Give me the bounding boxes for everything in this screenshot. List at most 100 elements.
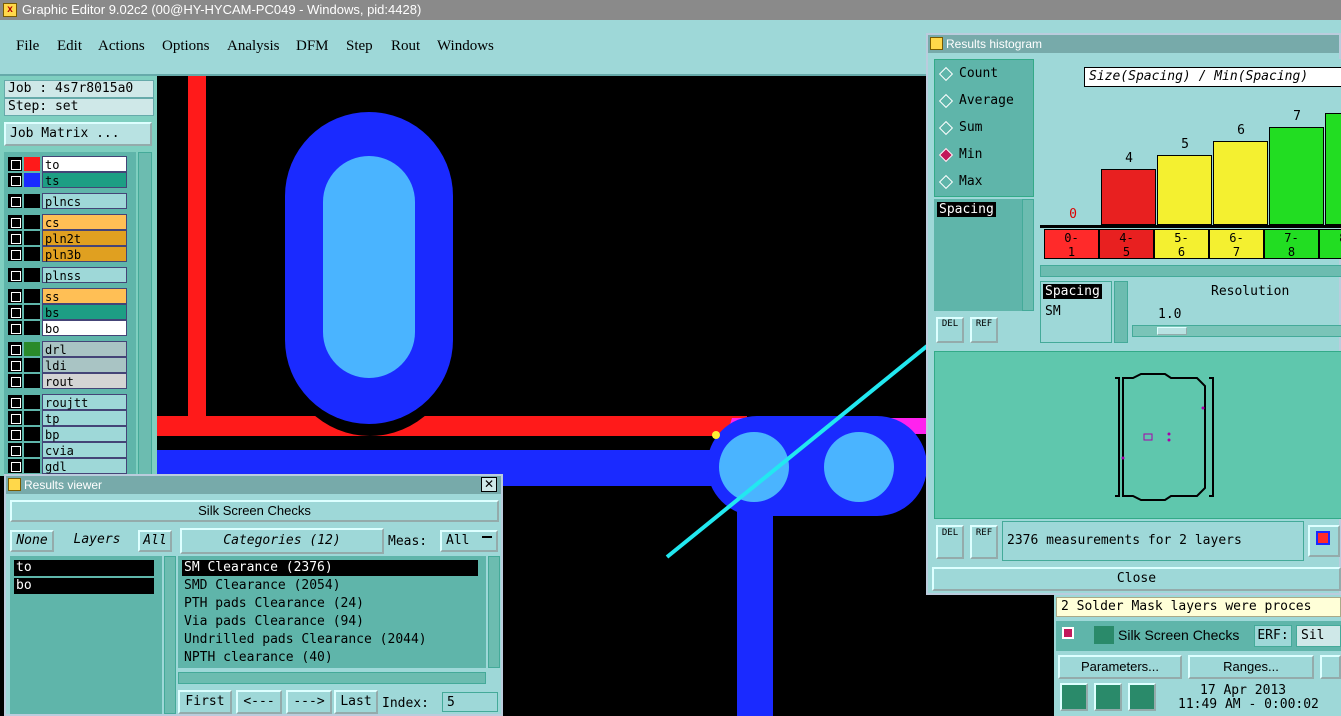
layer-row-to[interactable]: to bbox=[6, 156, 127, 172]
layer-checkbox[interactable] bbox=[8, 305, 22, 319]
layer-checkbox[interactable] bbox=[8, 215, 22, 229]
extra-button[interactable] bbox=[1320, 655, 1341, 679]
layer-name[interactable]: bs bbox=[42, 304, 127, 320]
layer-row-gdl[interactable]: gdl bbox=[6, 458, 127, 474]
layer-row-ts[interactable]: ts bbox=[6, 172, 127, 188]
layer-name[interactable]: plncs bbox=[42, 193, 127, 209]
layer-color-swatch[interactable] bbox=[24, 173, 40, 187]
mode-label-sum[interactable]: Sum bbox=[959, 120, 982, 135]
mode-radio-sum[interactable] bbox=[938, 120, 954, 136]
layer-name[interactable]: drl bbox=[42, 341, 127, 357]
mode-radio-count[interactable] bbox=[938, 66, 954, 82]
layer-color-swatch[interactable] bbox=[24, 321, 40, 335]
layer-checkbox[interactable] bbox=[8, 374, 22, 388]
menu-windows[interactable]: Windows bbox=[437, 38, 494, 55]
close-button[interactable]: Close bbox=[932, 567, 1341, 591]
layer-color-swatch[interactable] bbox=[24, 374, 40, 388]
layer-name[interactable]: roujtt bbox=[42, 394, 127, 410]
layer-color-swatch[interactable] bbox=[24, 395, 40, 409]
layer-color-swatch[interactable] bbox=[24, 157, 40, 171]
range-cell[interactable]: 4- 5 bbox=[1099, 229, 1154, 259]
layer-color-swatch[interactable] bbox=[24, 231, 40, 245]
layer-row-cvia[interactable]: cvia bbox=[6, 442, 127, 458]
layer-color-swatch[interactable] bbox=[24, 247, 40, 261]
layer-row-pln3b[interactable]: pln3b bbox=[6, 246, 127, 262]
layer-checkbox[interactable] bbox=[8, 342, 22, 356]
layer-checkbox[interactable] bbox=[8, 321, 22, 335]
layer-color-swatch[interactable] bbox=[24, 215, 40, 229]
range-cell[interactable]: 8- bbox=[1319, 229, 1341, 259]
run-icon[interactable] bbox=[1060, 683, 1088, 711]
layer-name[interactable]: plnss bbox=[42, 267, 127, 283]
layer-checkbox[interactable] bbox=[8, 289, 22, 303]
menu-options[interactable]: Options bbox=[162, 38, 210, 55]
next-button[interactable]: ---> bbox=[286, 690, 332, 714]
ref-button-top[interactable]: REF bbox=[970, 317, 998, 343]
layer-color-swatch[interactable] bbox=[24, 427, 40, 441]
category-item[interactable]: Via pads Clearance (94) bbox=[182, 614, 478, 630]
layer-row-roujtt[interactable]: roujtt bbox=[6, 394, 127, 410]
categories-button[interactable]: Categories (12) bbox=[180, 528, 384, 554]
layer-name[interactable]: bp bbox=[42, 426, 127, 442]
range-cell[interactable]: 5- 6 bbox=[1154, 229, 1209, 259]
layer-color-swatch[interactable] bbox=[24, 443, 40, 457]
layer-name[interactable]: pln2t bbox=[42, 230, 127, 246]
menu-actions[interactable]: Actions bbox=[98, 38, 145, 55]
layer-name[interactable]: ts bbox=[42, 172, 127, 188]
layer-checkbox[interactable] bbox=[8, 157, 22, 171]
measure-box-scrollbar[interactable] bbox=[1114, 281, 1128, 343]
mode-radio-max[interactable] bbox=[938, 174, 954, 190]
close-icon[interactable]: ✕ bbox=[481, 477, 497, 492]
histogram-bar[interactable] bbox=[1157, 155, 1212, 225]
layers-scrollbar[interactable] bbox=[164, 556, 176, 714]
layer-checkbox[interactable] bbox=[8, 427, 22, 441]
layer-row-drl[interactable]: drl bbox=[6, 341, 127, 357]
del-button[interactable]: DEL bbox=[936, 525, 964, 559]
layers-none-button[interactable]: None bbox=[10, 530, 54, 552]
category-item[interactable]: PTH pads Clearance (24) bbox=[182, 596, 478, 612]
layer-row-bs[interactable]: bs bbox=[6, 304, 127, 320]
menu-edit[interactable]: Edit bbox=[57, 38, 82, 55]
layer-row-pln2t[interactable]: pln2t bbox=[6, 230, 127, 246]
prev-button[interactable]: <--- bbox=[236, 690, 282, 714]
menu-dfm[interactable]: DFM bbox=[296, 38, 329, 55]
category-item[interactable]: SMD Clearance (2054) bbox=[182, 578, 478, 594]
board-preview[interactable] bbox=[934, 351, 1341, 519]
layer-color-swatch[interactable] bbox=[24, 342, 40, 356]
menu-file[interactable]: File bbox=[16, 38, 39, 55]
checklist-row[interactable]: Silk Screen Checks ERF: Sil bbox=[1056, 621, 1341, 651]
layer-color-swatch[interactable] bbox=[24, 289, 40, 303]
category-item[interactable]: Undrilled pads Clearance (2044) bbox=[182, 632, 478, 648]
last-button[interactable]: Last bbox=[334, 690, 378, 714]
layer-row-bo[interactable]: bo bbox=[6, 320, 127, 336]
export-icon[interactable] bbox=[1308, 525, 1340, 557]
del-button-top[interactable]: DEL bbox=[936, 317, 964, 343]
menu-analysis[interactable]: Analysis bbox=[227, 38, 280, 55]
layer-checkbox[interactable] bbox=[8, 459, 22, 473]
layer-row-ldi[interactable]: ldi bbox=[6, 357, 127, 373]
mode-label-count[interactable]: Count bbox=[959, 66, 998, 81]
histogram-bar[interactable] bbox=[1325, 113, 1341, 225]
layer-checkbox[interactable] bbox=[8, 395, 22, 409]
index-field[interactable] bbox=[442, 692, 498, 712]
results-viewer-header[interactable]: Silk Screen Checks bbox=[10, 500, 499, 522]
ranges-button[interactable]: Ranges... bbox=[1188, 655, 1314, 679]
layer-row-tp[interactable]: tp bbox=[6, 410, 127, 426]
mode-radio-min[interactable] bbox=[938, 147, 954, 163]
menu-step[interactable]: Step bbox=[346, 38, 373, 55]
checklist-checkbox[interactable] bbox=[1062, 627, 1074, 639]
categories-hscrollbar[interactable] bbox=[178, 672, 486, 684]
meas-select[interactable]: All bbox=[440, 530, 498, 552]
erf-select[interactable]: Sil bbox=[1296, 625, 1341, 647]
layer-color-swatch[interactable] bbox=[24, 305, 40, 319]
mode-label-max[interactable]: Max bbox=[959, 174, 982, 189]
layer-checkbox[interactable] bbox=[8, 411, 22, 425]
layer-name[interactable]: cvia bbox=[42, 442, 127, 458]
resolution-slider[interactable] bbox=[1132, 325, 1341, 337]
layer-name[interactable]: gdl bbox=[42, 458, 127, 474]
mode-label-average[interactable]: Average bbox=[959, 93, 1014, 108]
layer-checkbox[interactable] bbox=[8, 194, 22, 208]
layer-row-bp[interactable]: bp bbox=[6, 426, 127, 442]
layer-name[interactable]: to bbox=[42, 156, 127, 172]
measure-item-spacing[interactable]: Spacing bbox=[937, 202, 996, 217]
